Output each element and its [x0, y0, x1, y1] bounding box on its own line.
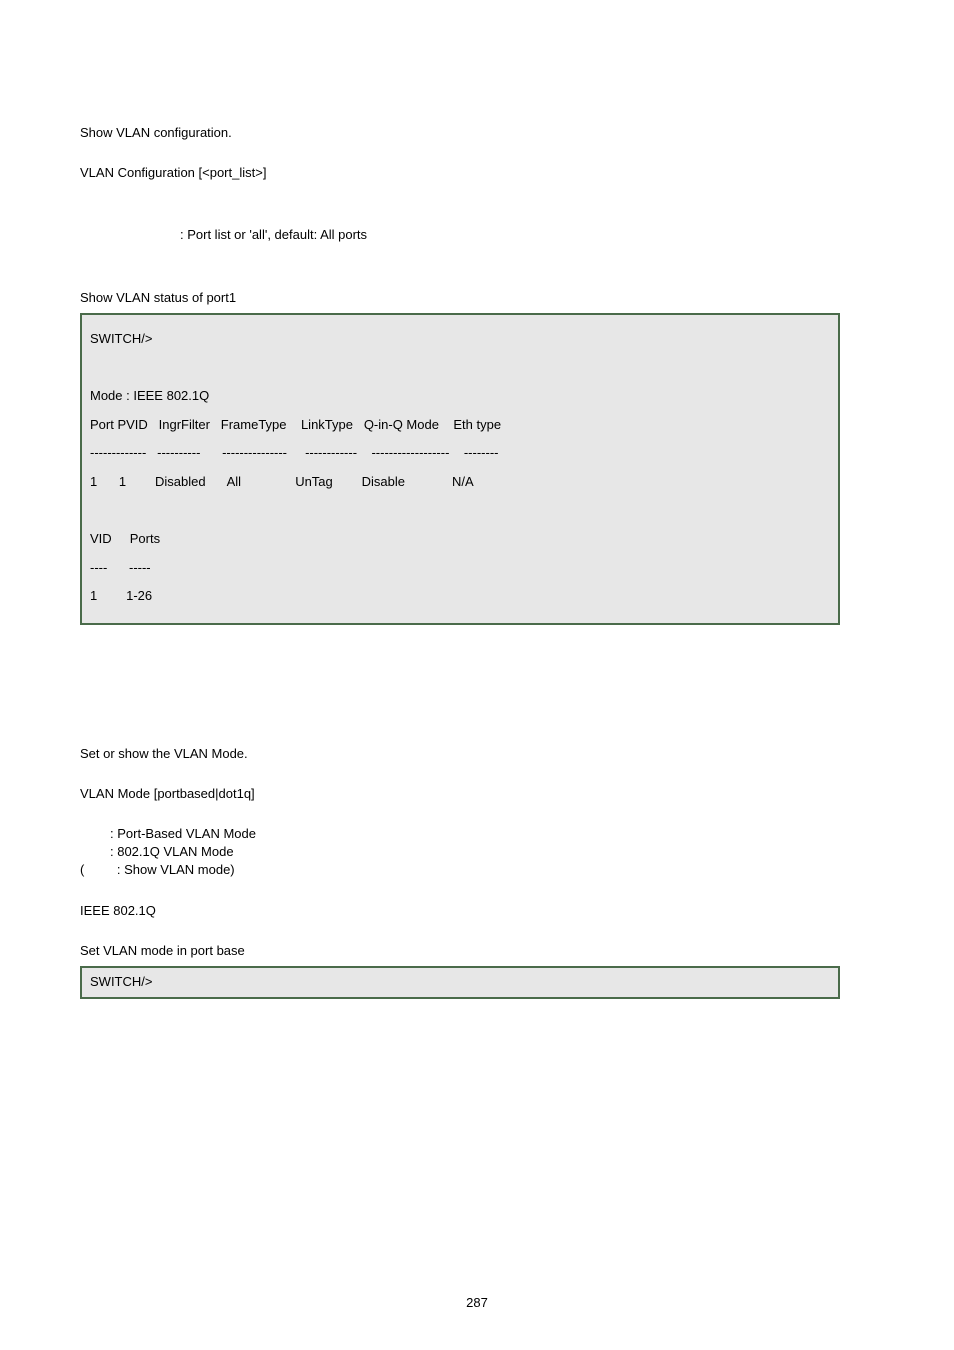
syntax-text: VLAN Mode [portbased|dot1q]	[80, 785, 874, 803]
page-number: 287	[0, 1294, 954, 1312]
param-rest: : Show VLAN mode)	[117, 862, 235, 877]
desc-text: Set or show the VLAN Mode.	[80, 745, 874, 763]
param-text: : Port-Based VLAN Mode	[80, 825, 874, 843]
param-text: : 802.1Q VLAN Mode	[80, 843, 874, 861]
example-label: Set VLAN mode in port base	[80, 942, 874, 960]
default-value: IEEE 802.1Q	[80, 902, 874, 920]
terminal-output: SWITCH/> Mode : IEEE 802.1Q Port PVID In…	[80, 313, 840, 625]
syntax-text: VLAN Configuration [<port_list>]	[80, 164, 874, 182]
example-label: Show VLAN status of port1	[80, 289, 874, 307]
terminal-output: SWITCH/>	[80, 966, 840, 999]
paren-open: (	[80, 862, 84, 877]
desc-text: Show VLAN configuration.	[80, 124, 874, 142]
param-text: ( : Show VLAN mode)	[80, 861, 874, 879]
param-text: : Port list or 'all', default: All ports	[80, 226, 874, 244]
